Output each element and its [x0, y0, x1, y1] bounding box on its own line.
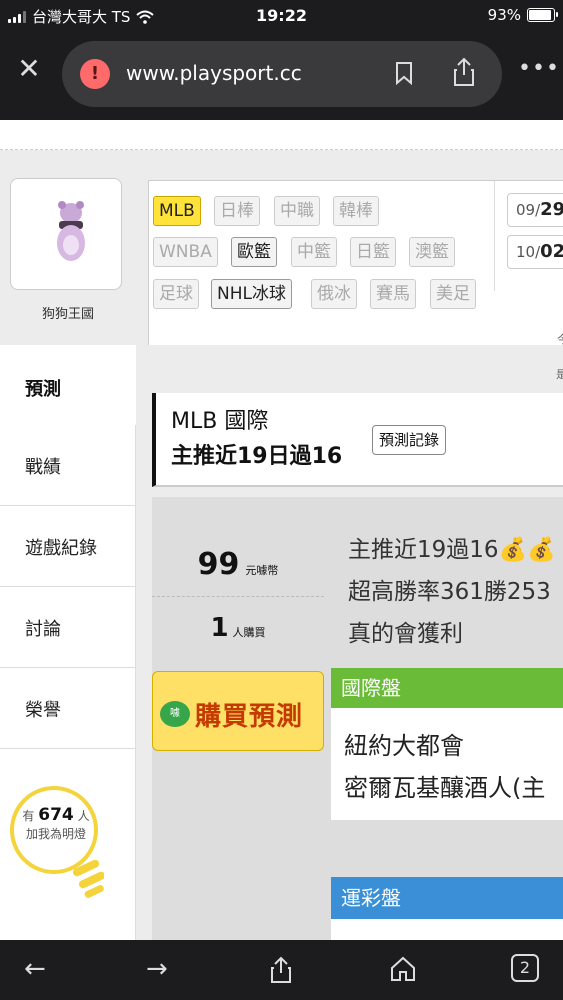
coin-logo-icon: 噱 — [160, 701, 190, 727]
team-name: 紐約大都會 — [344, 732, 464, 760]
league-chip-kbo[interactable]: 韓棒 — [333, 196, 379, 226]
partial-note: 今 — [557, 333, 563, 346]
league-chip-aus-basketball[interactable]: 澳籃 — [409, 237, 455, 267]
user-name[interactable]: 狗狗王國 — [0, 303, 136, 322]
status-bar: 台灣大哥大 TS 19:22 93% — [0, 0, 563, 32]
international-line-header: 國際盤 — [331, 668, 563, 708]
sidebar-item-label: 遊戲紀錄 — [25, 538, 97, 559]
follower-count: 674 — [38, 805, 74, 825]
sidebar-item-label: 戰績 — [25, 457, 61, 478]
league-chip-horse-racing[interactable]: 賽馬 — [370, 279, 416, 309]
buyer-count-unit: 人購買 — [232, 626, 266, 639]
sidebar-item-game-log[interactable]: 遊戲紀錄 — [0, 506, 135, 587]
battery-percent: 93% — [487, 6, 521, 24]
buy-prediction-button[interactable]: 噱 購買預測 — [152, 671, 324, 751]
follower-counter[interactable]: 有 674 人 加我為明燈 — [14, 805, 98, 842]
address-bar[interactable]: ! www.playsport.cc — [62, 41, 502, 107]
buyer-count-value: 1 — [210, 613, 229, 643]
sidebar-item-label: 預測 — [25, 379, 61, 400]
forward-icon[interactable]: → — [146, 954, 168, 984]
league-chip-wnba[interactable]: WNBA — [153, 237, 218, 267]
follower-caption: 加我為明燈 — [25, 827, 86, 841]
buy-prediction-label: 購買預測 — [195, 702, 304, 732]
prediction-title-box: MLB 國際 主推近19日過16 預測記錄 — [152, 393, 563, 487]
league-chip-soccer[interactable]: 足球 — [153, 279, 199, 309]
date-month: 09/ — [516, 201, 541, 219]
buyer-count: 1 人購買 — [152, 613, 324, 643]
partial-note: 是 — [556, 368, 563, 381]
browser-bottom-bar: ← → 2 — [0, 940, 563, 1000]
date-day: 29 — [540, 199, 563, 220]
sidebar-item-label: 討論 — [25, 619, 61, 640]
sidebar-item-record[interactable]: 戰績 — [0, 425, 135, 506]
share-icon[interactable] — [270, 956, 292, 984]
package-description: 主推近19過16💰💰 超高勝率361勝253 真的會獲利 — [348, 529, 563, 655]
avatar-image — [57, 201, 85, 261]
league-chip-euro-basketball[interactable]: 歐籃 — [231, 237, 277, 267]
sidebar-item-predict[interactable]: 預測 — [0, 345, 136, 425]
sidebar-item-discussion[interactable]: 討論 — [0, 587, 135, 668]
url-text[interactable]: www.playsport.cc — [126, 61, 302, 85]
league-chip-china-basketball[interactable]: 中籃 — [291, 237, 337, 267]
league-chip-japan-basketball[interactable]: 日籃 — [350, 237, 396, 267]
price: 99 元噱幣 — [152, 547, 324, 582]
description-line: 主推近19過16💰💰 — [348, 537, 556, 563]
web-page: 狗狗王國 預測 戰績 遊戲紀錄 討論 榮譽 有 674 人 加我為明燈 MLB … — [0, 120, 563, 940]
league-chip-american-football[interactable]: 美足 — [430, 279, 476, 309]
tabs-icon[interactable]: 2 — [511, 954, 539, 982]
international-line-body: 紐約大都會 密爾瓦基釀酒人(主 — [331, 708, 563, 820]
clock: 19:22 — [256, 6, 307, 25]
lottery-line-body — [331, 919, 563, 940]
description-line: 超高勝率361勝253 — [348, 579, 551, 605]
follower-suffix: 人 — [77, 809, 90, 823]
sidebar-item-honor[interactable]: 榮譽 — [0, 668, 135, 749]
league-chip-russia-hockey[interactable]: 俄冰 — [311, 279, 357, 309]
league-chip-cpbl[interactable]: 中職 — [274, 196, 320, 226]
description-line: 真的會獲利 — [348, 621, 463, 647]
sidebar-item-label: 榮譽 — [25, 700, 61, 721]
lottery-line-header: 運彩盤 — [331, 877, 563, 919]
league-title: MLB 國際 — [171, 409, 269, 434]
browser-toolbar: ✕ ! www.playsport.cc ••• — [0, 32, 563, 120]
league-filter-panel: MLB 日棒 中職 韓棒 WNBA 歐籃 中籃 日籃 澳籃 足球 NHL冰球 俄… — [148, 180, 563, 346]
date-chip[interactable]: 10/02 — [507, 235, 563, 269]
home-icon[interactable] — [390, 956, 416, 982]
warning-icon[interactable]: ! — [80, 59, 110, 89]
follower-prefix: 有 — [22, 809, 35, 823]
prediction-record-button[interactable]: 預測記錄 — [372, 425, 447, 455]
league-chip-nhl[interactable]: NHL冰球 — [211, 279, 292, 309]
battery-info: 93% — [487, 6, 558, 24]
back-icon[interactable]: ← — [24, 954, 46, 984]
price-value: 99 — [197, 547, 240, 582]
bookmark-icon[interactable] — [395, 61, 413, 85]
price-unit: 元噱幣 — [245, 564, 279, 577]
close-icon[interactable]: ✕ — [14, 54, 44, 84]
date-selector: 09/29 10/02 — [494, 181, 563, 291]
date-day: 02 — [540, 241, 563, 262]
prediction-headline: 主推近19日過16 — [171, 444, 343, 469]
date-month: 10/ — [516, 243, 541, 261]
league-chip-mlb[interactable]: MLB — [153, 196, 201, 226]
battery-icon — [527, 8, 558, 22]
prediction-package: 99 元噱幣 1 人購買 主推近19過16💰💰 超高勝率361勝253 真的會獲利 … — [152, 497, 563, 940]
avatar[interactable] — [10, 178, 122, 290]
share-icon[interactable] — [452, 57, 476, 87]
team-name: 密爾瓦基釀酒人(主 — [344, 774, 546, 802]
league-chip-npb[interactable]: 日棒 — [214, 196, 260, 226]
price-column: 99 元噱幣 1 人購買 — [152, 497, 324, 667]
page-header-strip — [0, 120, 563, 150]
more-icon[interactable]: ••• — [518, 56, 560, 81]
divider — [152, 596, 324, 597]
date-chip[interactable]: 09/29 — [507, 193, 563, 227]
